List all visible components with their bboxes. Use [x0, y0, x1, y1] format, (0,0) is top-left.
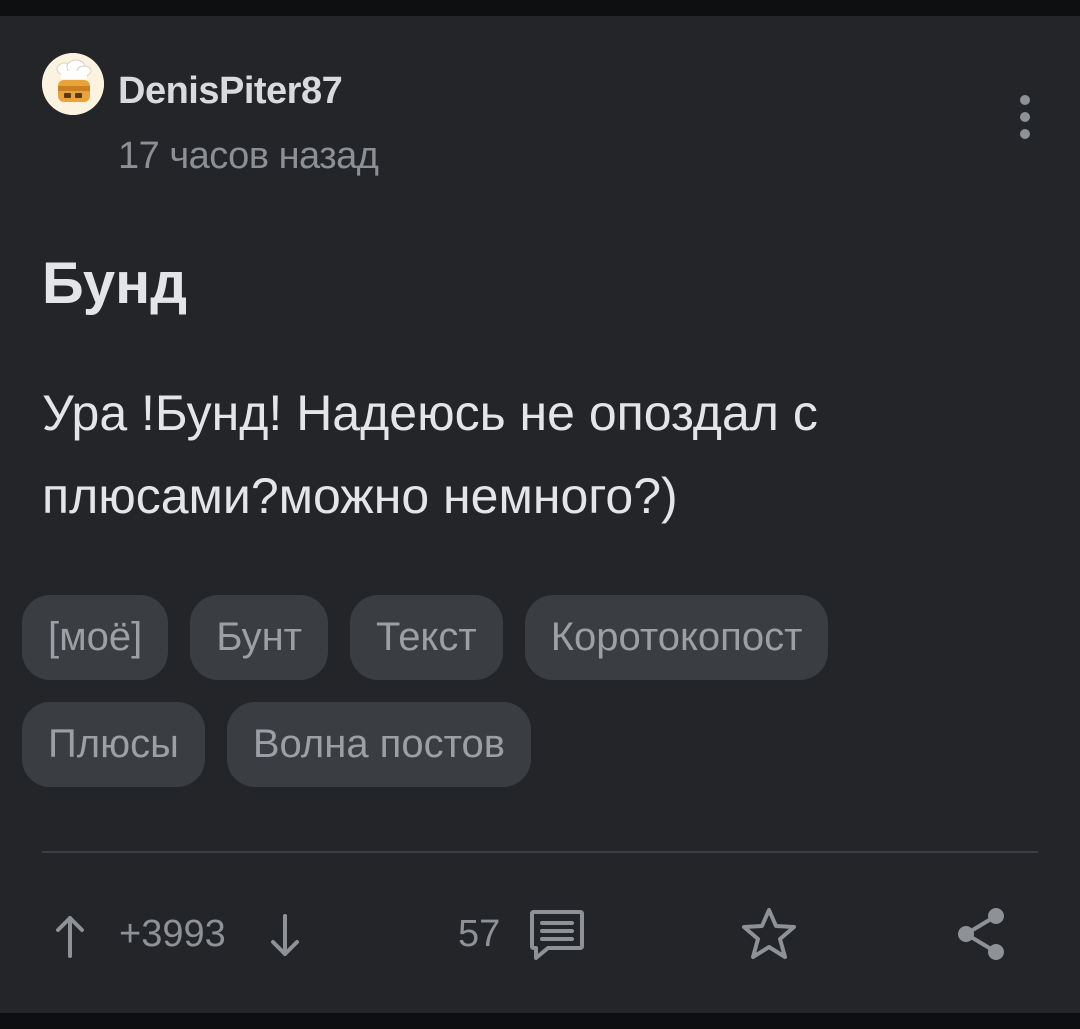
arrow-up-icon[interactable] [52, 914, 88, 958]
tag-bunt[interactable]: Бунт [190, 595, 328, 680]
avatar-image [42, 53, 104, 115]
comments-count[interactable]: 57 [458, 913, 500, 956]
avatar[interactable] [42, 53, 104, 115]
author-name[interactable]: DenisPiter87 [118, 70, 343, 113]
tag-row: Плюсы Волна постов [22, 702, 1042, 787]
share-icon[interactable] [952, 904, 1010, 964]
rating-value: +3993 [119, 913, 226, 955]
post-card: DenisPiter87 17 часов назад Бунд Ура !Бу… [0, 16, 1080, 1013]
tag-row: [моё] Бунт Текст Коротокопост [22, 595, 1042, 680]
more-vertical-icon[interactable] [1005, 94, 1045, 144]
divider [42, 851, 1038, 853]
star-icon[interactable] [740, 906, 798, 962]
comment-icon[interactable] [528, 908, 586, 964]
post-time: 17 часов назад [118, 135, 379, 177]
tag-volna-postov[interactable]: Волна постов [226, 702, 531, 787]
tag-moe[interactable]: [моё] [22, 595, 169, 680]
tag-tekst[interactable]: Текст [350, 595, 503, 680]
tag-list: [моё] Бунт Текст Коротокопост Плюсы Волн… [22, 595, 1042, 809]
post-title[interactable]: Бунд [42, 250, 187, 317]
post-text: Ура !Бунд! Надеюсь не опоздал с плюсами?… [42, 385, 818, 524]
tag-korotkopost[interactable]: Коротокопост [524, 595, 829, 680]
tag-plyusy[interactable]: Плюсы [22, 702, 205, 787]
arrow-down-icon[interactable] [267, 914, 303, 958]
